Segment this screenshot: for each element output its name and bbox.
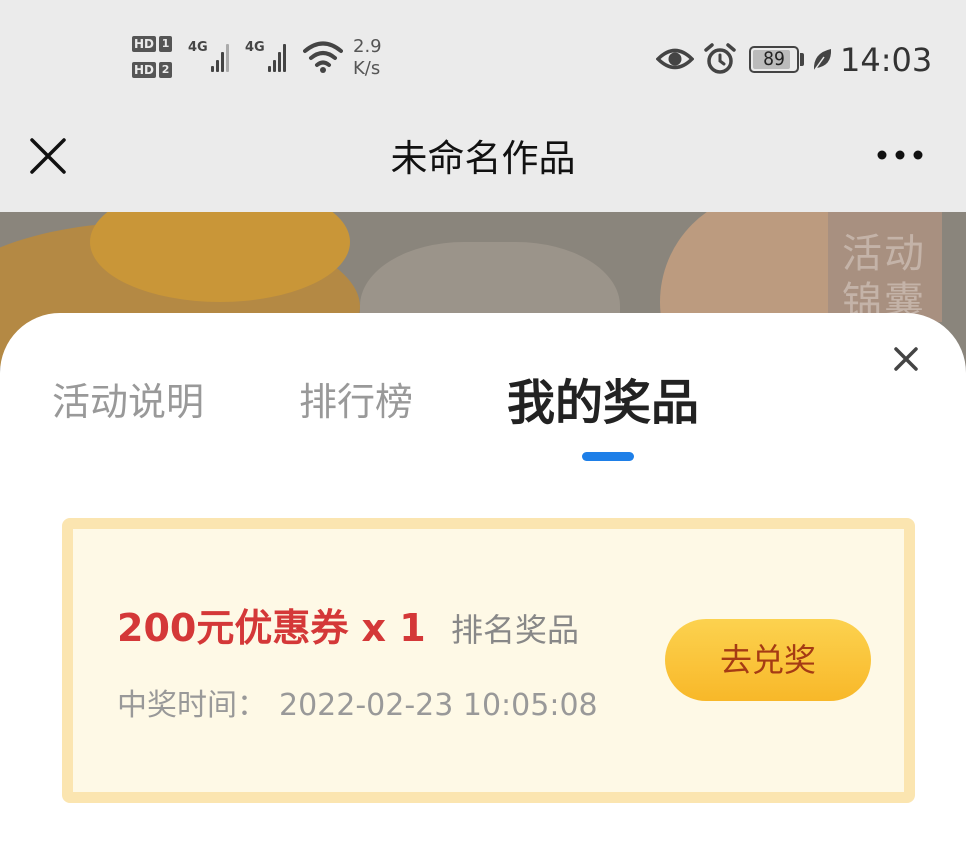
network-speed-unit: K/s (353, 58, 381, 79)
prize-sheet: 活动说明 排行榜 我的奖品 200元优惠券 x 1 排名奖品 中奖时间： 2022… (0, 313, 966, 847)
sim-slot-1: 1 (159, 36, 173, 52)
active-tab-indicator (582, 452, 634, 461)
hd-badge: HD (132, 36, 157, 52)
activity-tips-tag[interactable]: 活动锦囊 (828, 212, 942, 325)
prize-name: 200元优惠券 x 1 (117, 606, 426, 650)
battery-icon: 89 (749, 46, 799, 73)
prize-type: 排名奖品 (451, 611, 580, 649)
sim-indicators: HD 1 HD 2 (132, 34, 178, 86)
activity-tips-label: 活动锦囊 (842, 231, 926, 325)
sim1-indicator: HD 1 (132, 34, 178, 54)
close-icon[interactable] (890, 343, 922, 375)
eye-icon (656, 48, 694, 70)
wifi-icon (303, 41, 343, 73)
battery-tip (800, 53, 804, 66)
tab-activity-rules[interactable]: 活动说明 (52, 377, 204, 427)
alarm-icon (704, 43, 736, 74)
win-time-row: 中奖时间： 2022-02-23 10:05:08 (117, 686, 598, 726)
signal-1-icon: 4G (188, 40, 229, 72)
network-speed: 2.9 K/s (353, 36, 382, 80)
page-title: 未命名作品 (390, 137, 576, 180)
tab-my-prizes[interactable]: 我的奖品 (507, 373, 699, 433)
network-type-label: 4G (188, 40, 208, 55)
redeem-button[interactable]: 去兑奖 (665, 619, 871, 701)
win-time-value: 2022-02-23 10:05:08 (279, 688, 598, 723)
sim2-indicator: HD 2 (132, 60, 178, 80)
hd-badge: HD (132, 62, 157, 78)
clock: 14:03 (840, 41, 933, 79)
leaf-icon (813, 49, 832, 72)
title-bar: 未命名作品 (0, 110, 966, 212)
battery-level: 89 (763, 48, 785, 70)
sim-slot-2: 2 (159, 62, 173, 78)
tab-leaderboard[interactable]: 排行榜 (299, 377, 413, 427)
signal-2-icon: 4G (245, 40, 286, 72)
more-icon[interactable] (872, 140, 928, 170)
network-speed-value: 2.9 (353, 36, 382, 57)
network-type-label: 4G (245, 40, 265, 55)
status-bar: HD 1 HD 2 4G 4G 2.9 K/s 89 14:03 (0, 0, 966, 110)
prize-card: 200元优惠券 x 1 排名奖品 中奖时间： 2022-02-23 10:05:0… (62, 518, 915, 803)
win-time-label: 中奖时间： (117, 688, 267, 723)
